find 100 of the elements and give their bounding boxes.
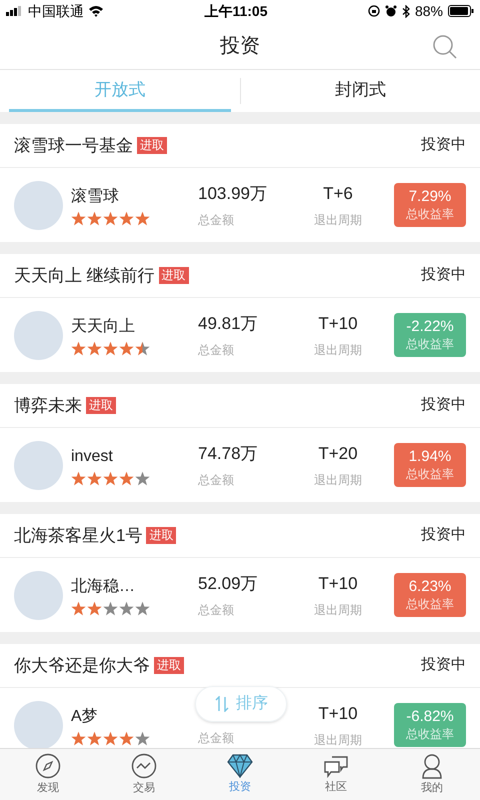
star-icon <box>135 600 150 616</box>
star-icon <box>103 210 118 226</box>
period-label: 退出周期 <box>314 602 362 619</box>
fund-status: 投资中 <box>421 525 466 546</box>
amount-label: 总金额 <box>198 472 235 489</box>
fund-status: 投资中 <box>421 135 466 156</box>
wifi-icon <box>88 5 104 17</box>
sort-icon <box>214 696 230 712</box>
return-value: 6.23% <box>408 578 452 596</box>
nav-tab[interactable]: 社区 <box>288 749 384 800</box>
return-value: -6.82% <box>406 708 454 726</box>
fund-status: 投资中 <box>421 395 466 416</box>
period-label: 退出周期 <box>314 342 362 359</box>
star-icon <box>87 730 102 746</box>
fund-title: 北海茶客星火1号 <box>14 524 142 547</box>
compass-icon <box>35 752 61 779</box>
nav-tab[interactable]: 我的 <box>384 749 480 800</box>
fund-tag: 进取 <box>154 657 184 674</box>
signal-icon <box>6 6 24 16</box>
fund-title: 你大爷还是你大爷 <box>14 654 150 677</box>
star-icon <box>119 600 134 616</box>
amount-label: 总金额 <box>198 212 235 229</box>
star-icon <box>135 340 150 356</box>
star-icon <box>135 210 150 226</box>
tab[interactable]: 封闭式 <box>249 70 472 112</box>
fund-tag: 进取 <box>137 137 167 154</box>
carrier-name: 中国联通 <box>28 2 84 20</box>
avatar-placeholder <box>14 310 63 360</box>
star-icon <box>71 730 86 746</box>
return-label: 总收益率 <box>406 596 454 612</box>
battery-icon <box>448 5 474 17</box>
fund-status: 投资中 <box>421 265 466 286</box>
amount-label: 总金额 <box>198 602 235 619</box>
fund-name: 北海稳… <box>71 576 136 596</box>
return-label: 总收益率 <box>406 206 454 222</box>
fund-tag: 进取 <box>86 397 116 414</box>
return-label: 总收益率 <box>406 336 454 352</box>
page-title: 投资 <box>220 34 260 58</box>
nav-tab[interactable]: 发现 <box>0 749 96 800</box>
exit-period: T+10 <box>318 703 358 726</box>
star-icon <box>135 730 150 746</box>
total-amount: 49.81万 <box>198 313 259 336</box>
total-amount: 52.09万 <box>198 573 259 596</box>
period-label: 退出周期 <box>314 732 362 749</box>
fund-title: 天天向上 继续前行 <box>14 264 155 287</box>
return-value: 1.94% <box>408 448 452 466</box>
star-icon <box>71 210 86 226</box>
total-amount: 103.99万 <box>198 183 268 206</box>
exit-period: T+10 <box>318 313 358 336</box>
battery-percent: 88% <box>414 2 443 20</box>
star-icon <box>103 340 118 356</box>
fund-name: invest <box>71 446 114 466</box>
exit-period: T+10 <box>318 573 358 596</box>
total-amount: 74.78万 <box>198 443 259 466</box>
return-label: 总收益率 <box>406 466 454 482</box>
star-icon <box>87 600 102 616</box>
avatar-placeholder <box>14 700 63 750</box>
fund-tag: 进取 <box>158 267 189 284</box>
amount-label: 总金额 <box>198 730 235 746</box>
search-icon[interactable] <box>432 34 458 60</box>
fund-name: 天天向上 <box>71 316 136 336</box>
fund-name: A梦 <box>71 706 99 726</box>
person-icon <box>420 752 444 779</box>
amount-label: 总金额 <box>198 342 235 359</box>
lock-rotation-icon <box>368 5 380 17</box>
diamond-icon <box>227 754 253 778</box>
star-icon <box>71 340 86 356</box>
fund-title: 博弈未来 <box>14 394 82 417</box>
avatar-placeholder <box>14 440 63 490</box>
alarm-icon <box>384 5 397 17</box>
period-label: 退出周期 <box>314 212 362 229</box>
star-icon <box>87 340 102 356</box>
star-icon <box>119 340 134 356</box>
star-icon <box>135 470 150 486</box>
fund-name: 滚雪球 <box>71 186 120 206</box>
exit-period: T+6 <box>323 183 353 206</box>
fund-status: 投资中 <box>421 655 466 676</box>
avatar-placeholder <box>14 570 63 620</box>
fund-title: 滚雪球一号基金 <box>14 134 133 157</box>
star-icon <box>119 210 134 226</box>
star-icon <box>103 600 118 616</box>
exit-period: T+20 <box>318 443 358 466</box>
return-value: -2.22% <box>406 318 454 336</box>
star-icon <box>103 470 118 486</box>
clock-time: 上午11:05 <box>204 2 268 20</box>
nav-tab[interactable]: 交易 <box>96 749 192 800</box>
chart-icon <box>131 752 157 779</box>
star-icon <box>119 470 134 486</box>
star-icon <box>87 210 102 226</box>
return-value: 7.29% <box>408 188 452 206</box>
star-icon <box>87 470 102 486</box>
nav-tab[interactable]: 投资 <box>192 749 288 800</box>
star-icon <box>71 600 86 616</box>
avatar-placeholder <box>14 180 63 230</box>
chat-bubbles-icon <box>323 754 349 778</box>
bluetooth-icon <box>402 4 410 18</box>
fund-tag: 进取 <box>146 527 176 544</box>
period-label: 退出周期 <box>314 472 362 489</box>
star-icon <box>119 730 134 746</box>
star-icon <box>71 470 86 486</box>
